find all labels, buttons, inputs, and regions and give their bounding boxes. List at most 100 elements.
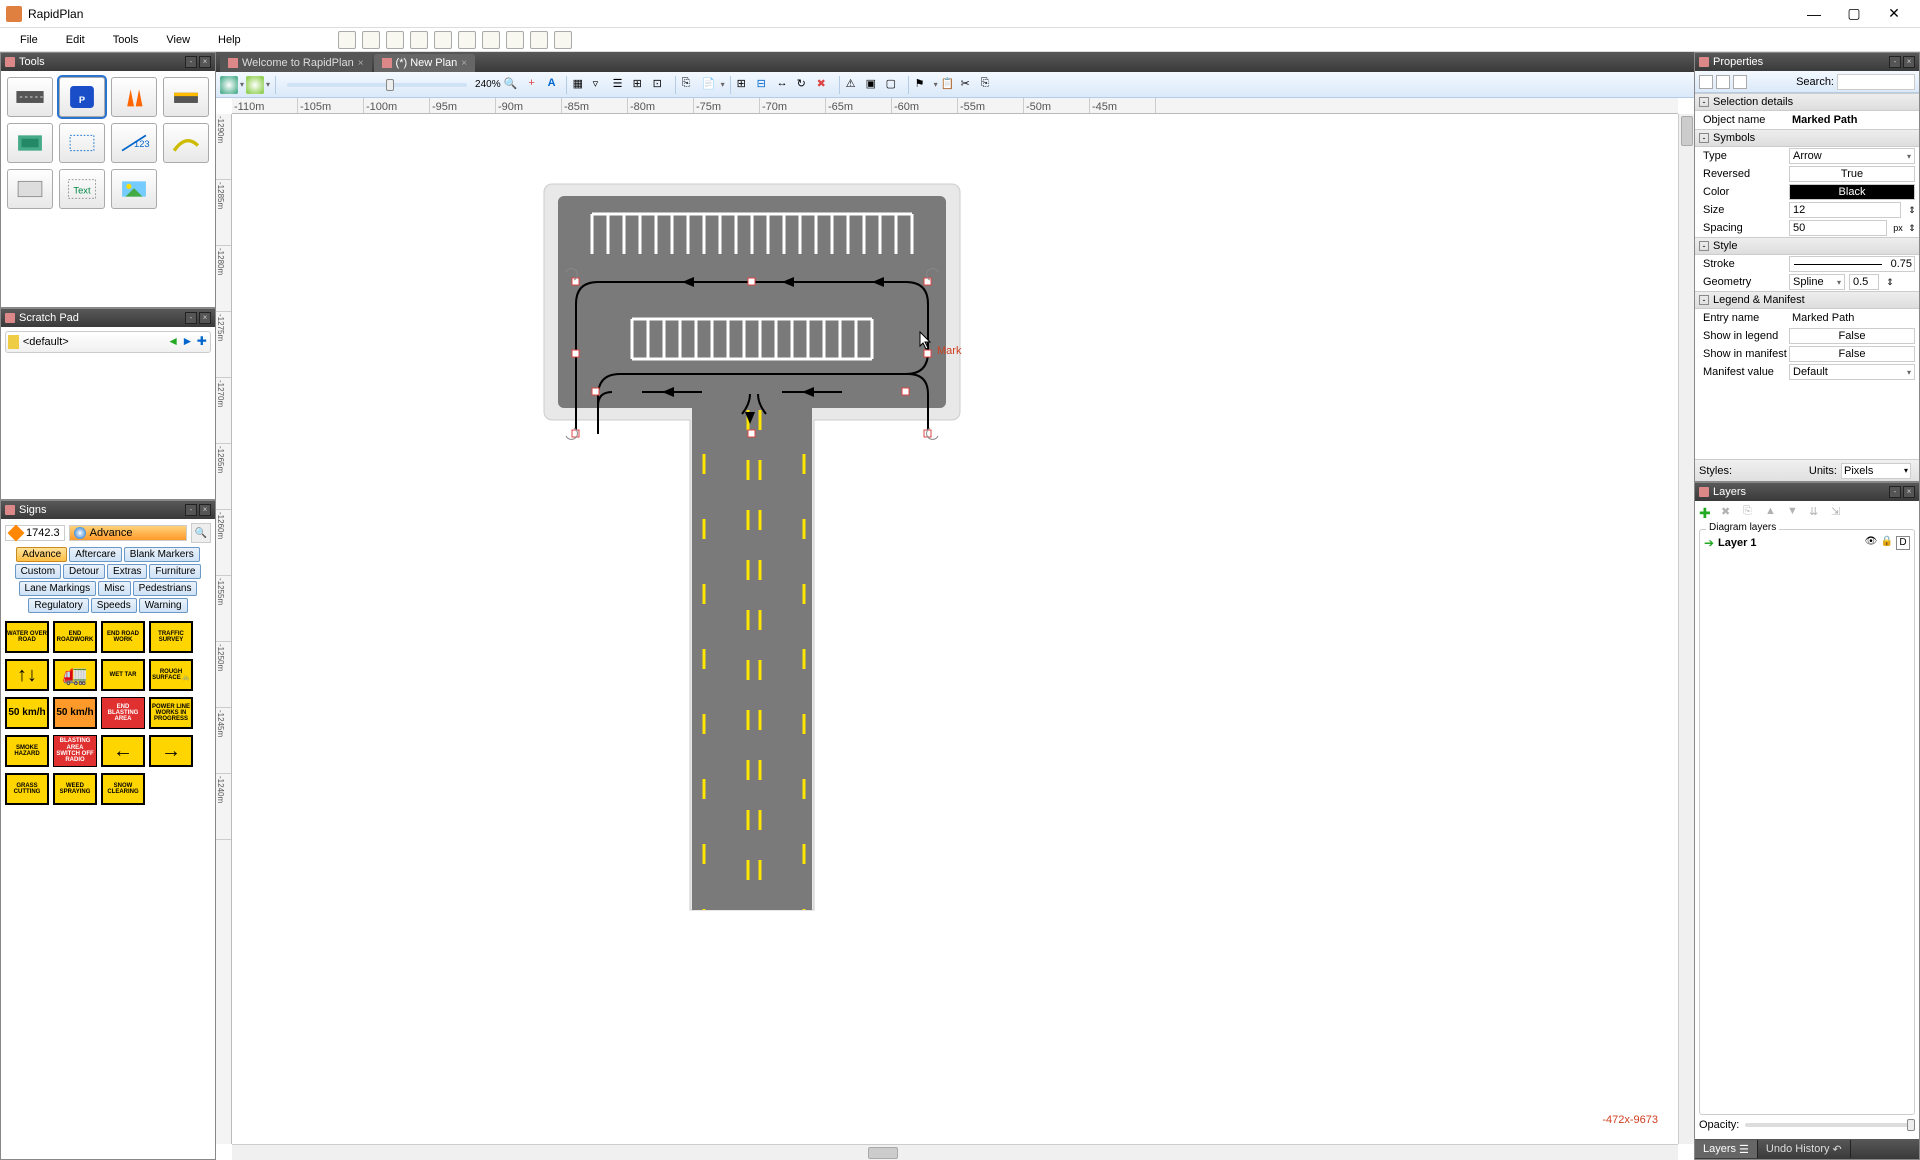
layer-color-icon[interactable]: D: [1896, 536, 1910, 550]
zoom-slider[interactable]: [287, 83, 467, 87]
align-icon[interactable]: ↔: [776, 76, 794, 94]
panel-close-icon[interactable]: ×: [199, 312, 211, 324]
maximize-button[interactable]: ▢: [1834, 0, 1874, 28]
tab-undo-history[interactable]: Undo History↶: [1758, 1140, 1851, 1158]
flatten-icon[interactable]: ⇲: [1831, 505, 1847, 521]
rotate-icon[interactable]: ↻: [796, 76, 814, 94]
tools-panel-header[interactable]: Tools - ×: [1, 53, 215, 71]
panel-collapse-icon[interactable]: -: [1889, 56, 1901, 68]
sign-tile[interactable]: SMOKE HAZARD: [5, 735, 49, 767]
val-reversed[interactable]: True: [1789, 166, 1915, 182]
move-up-icon[interactable]: ▲: [1765, 505, 1781, 521]
tool-image[interactable]: [111, 169, 157, 209]
sign-category-tab[interactable]: Custom: [15, 564, 61, 579]
move-down-icon[interactable]: ▼: [1787, 505, 1803, 521]
val-show-legend[interactable]: False: [1789, 328, 1915, 344]
toolbar-refresh-icon[interactable]: [506, 31, 524, 49]
menu-view[interactable]: View: [152, 32, 204, 48]
tab-layers[interactable]: Layers☰: [1695, 1140, 1758, 1158]
vertical-scrollbar[interactable]: [1678, 114, 1694, 1144]
geom-spinner-icon[interactable]: ⇕: [1883, 277, 1897, 288]
refresh-icon[interactable]: [246, 76, 264, 94]
sign-tile[interactable]: WET TAR: [101, 659, 145, 691]
tool-distance-marker[interactable]: [59, 123, 105, 163]
group-style[interactable]: -Style: [1695, 237, 1919, 255]
delete-layer-icon[interactable]: ✖: [1721, 505, 1737, 521]
dropdown-icon[interactable]: ▾: [240, 80, 244, 89]
menu-file[interactable]: File: [6, 32, 52, 48]
sign-tile[interactable]: ↑↓: [5, 659, 49, 691]
val-geometry[interactable]: Spline: [1789, 274, 1845, 290]
tool-road[interactable]: [7, 77, 53, 117]
scratch-name-input[interactable]: [23, 336, 165, 348]
scrollbar-thumb[interactable]: [1681, 116, 1693, 146]
visibility-icon[interactable]: 👁: [1864, 536, 1878, 550]
sign-category-tab[interactable]: Speeds: [91, 598, 137, 613]
tool-zone[interactable]: [7, 123, 53, 163]
tab-new-plan[interactable]: (*) New Plan×: [374, 54, 476, 72]
sign-tile[interactable]: WATER OVER ROAD: [5, 621, 49, 653]
tab-close-icon[interactable]: ×: [358, 58, 364, 69]
next-icon[interactable]: ►: [181, 334, 193, 350]
val-show-manifest[interactable]: False: [1789, 346, 1915, 362]
signs-search-button[interactable]: 🔍: [191, 523, 211, 543]
snap-icon[interactable]: ▿: [592, 76, 610, 94]
signs-category-dropdown[interactable]: Advance: [69, 525, 187, 541]
paste-icon[interactable]: 📄: [701, 76, 719, 94]
zoom-thumb[interactable]: [386, 79, 394, 91]
panel-collapse-icon[interactable]: -: [185, 504, 197, 516]
sign-tile[interactable]: →: [149, 735, 193, 767]
layout-icon[interactable]: ⊞: [632, 76, 650, 94]
prop-filter-icon[interactable]: [1733, 75, 1747, 89]
group-legend[interactable]: -Legend & Manifest: [1695, 291, 1919, 309]
sign-tile[interactable]: ROUGH SURFACE 🚲: [149, 659, 193, 691]
sign-tile[interactable]: POWER LINE WORKS IN PROGRESS: [149, 697, 193, 729]
remove-icon[interactable]: ✖: [816, 76, 834, 94]
toolbar-open-icon[interactable]: [362, 31, 380, 49]
val-spacing[interactable]: 50: [1789, 220, 1887, 236]
units-select[interactable]: Pixels▾: [1841, 463, 1911, 479]
toolbar-delete-icon[interactable]: [482, 31, 500, 49]
close-button[interactable]: ✕: [1874, 0, 1914, 28]
sign-category-tab[interactable]: Lane Markings: [19, 581, 97, 596]
cut-icon[interactable]: ✂: [960, 76, 978, 94]
sign-tile[interactable]: WEED SPRAYING: [53, 773, 97, 805]
tool-text[interactable]: Text: [59, 169, 105, 209]
sign-category-tab[interactable]: Misc: [98, 581, 131, 596]
sign-tile[interactable]: BLASTING AREA SWITCH OFF RADIO: [53, 735, 97, 767]
sign-category-tab[interactable]: Regulatory: [28, 598, 88, 613]
menu-tools[interactable]: Tools: [99, 32, 153, 48]
properties-header[interactable]: Properties - ×: [1695, 53, 1919, 71]
val-type[interactable]: Arrow: [1789, 148, 1915, 164]
sign-category-tab[interactable]: Pedestrians: [133, 581, 198, 596]
parking-lot-drawing[interactable]: Marked Path: [542, 174, 962, 914]
signs-panel-header[interactable]: Signs - ×: [1, 501, 215, 519]
tool-parking[interactable]: P: [59, 77, 105, 117]
panel-collapse-icon[interactable]: -: [185, 312, 197, 324]
sign-tile[interactable]: 🚛: [53, 659, 97, 691]
copy-icon[interactable]: ⎘: [681, 76, 699, 94]
scrollbar-thumb[interactable]: [868, 1147, 898, 1159]
clipboard-icon[interactable]: 📋: [940, 76, 958, 94]
toolbar-print-icon[interactable]: [434, 31, 452, 49]
sign-category-tab[interactable]: Detour: [63, 564, 105, 579]
dropdown-icon[interactable]: ▾: [266, 80, 270, 89]
tool-measure[interactable]: 123: [111, 123, 157, 163]
send-back-icon[interactable]: ▢: [885, 76, 903, 94]
tab-close-icon[interactable]: ×: [461, 58, 467, 69]
group-icon[interactable]: ⊞: [736, 76, 754, 94]
tab-welcome[interactable]: Welcome to RapidPlan×: [220, 54, 372, 72]
tool-workarea[interactable]: [163, 77, 209, 117]
zoom-fit-icon[interactable]: 🔍: [503, 76, 521, 94]
val-manifest-val[interactable]: Default: [1789, 364, 1915, 380]
menu-edit[interactable]: Edit: [52, 32, 99, 48]
prev-icon[interactable]: ◄: [167, 334, 179, 350]
flag-icon[interactable]: ⚑: [914, 76, 932, 94]
toolbar-folder-icon[interactable]: [386, 31, 404, 49]
sign-category-tab[interactable]: Advance: [16, 547, 67, 562]
toolbar-new-icon[interactable]: [338, 31, 356, 49]
add-layer-icon[interactable]: ✚: [1699, 505, 1715, 521]
warning-icon[interactable]: ⚠: [845, 76, 863, 94]
add-icon[interactable]: ✚: [196, 334, 208, 350]
group-selection[interactable]: -Selection details: [1695, 93, 1919, 111]
